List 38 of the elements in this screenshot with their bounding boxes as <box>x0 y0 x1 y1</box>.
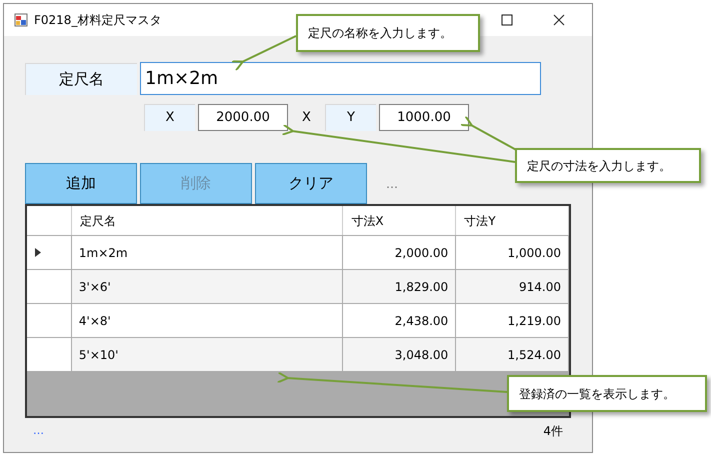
maximize-icon <box>501 14 513 26</box>
table-cell: 3,048.00 <box>343 338 456 371</box>
footer-link[interactable]: … <box>33 422 44 440</box>
separator-text: X <box>301 108 312 127</box>
current-row-icon <box>35 248 41 257</box>
row-header-cell[interactable] <box>27 270 72 303</box>
close-icon <box>553 14 565 26</box>
callout-note: 定尺の寸法を入力します。 <box>515 148 701 183</box>
toolbar-button[interactable]: クリア <box>255 163 367 204</box>
table-cell: 3'×6' <box>72 270 344 303</box>
table-cell: 1m×2m <box>72 236 344 269</box>
callout-note: 登録済の一覧を表示します。 <box>507 375 707 412</box>
table-cell: 4'×8' <box>72 304 344 337</box>
size-input-field[interactable]: 2000.00 <box>198 104 288 131</box>
field-label: 定尺名 <box>25 62 137 94</box>
record-count: 4件 <box>543 423 563 440</box>
name-input-field[interactable]: 1m×2m <box>140 62 541 95</box>
table-cell: 1,829.00 <box>343 270 456 303</box>
field-label: Y <box>325 104 376 131</box>
size-input-field[interactable]: 1000.00 <box>379 104 469 131</box>
field-label: X <box>144 104 195 131</box>
table-cell: 1,000.00 <box>456 236 569 269</box>
table-cell: 1,219.00 <box>456 304 569 337</box>
app-icon <box>14 13 28 27</box>
callout-arrow <box>230 35 296 72</box>
column-header[interactable]: 寸法X <box>343 206 456 235</box>
table-cell: 2,000.00 <box>343 236 456 269</box>
column-header[interactable]: 定尺名 <box>72 206 344 235</box>
window-title: F0218_材料定尺マスタ <box>34 12 162 29</box>
table-cell: 5'×10' <box>72 338 344 371</box>
toolbar-button[interactable]: 追加 <box>25 163 137 204</box>
table-cell: 914.00 <box>456 270 569 303</box>
callout-note: 定尺の名称を入力します。 <box>296 14 480 52</box>
table-cell: 2,438.00 <box>343 304 456 337</box>
table-cell: 1,524.00 <box>456 338 569 371</box>
ellipsis-text: … <box>386 176 398 192</box>
column-header[interactable]: 寸法Y <box>456 206 569 235</box>
row-header-cell[interactable] <box>27 338 72 371</box>
